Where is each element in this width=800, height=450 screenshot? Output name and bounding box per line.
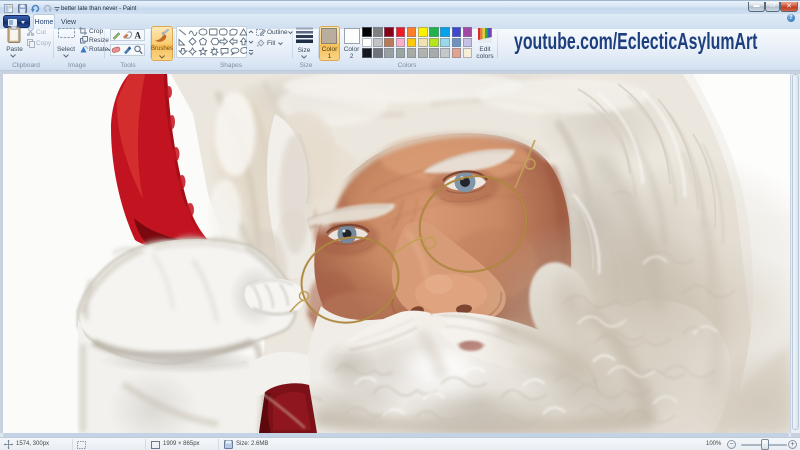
svg-text:A: A bbox=[135, 31, 142, 41]
